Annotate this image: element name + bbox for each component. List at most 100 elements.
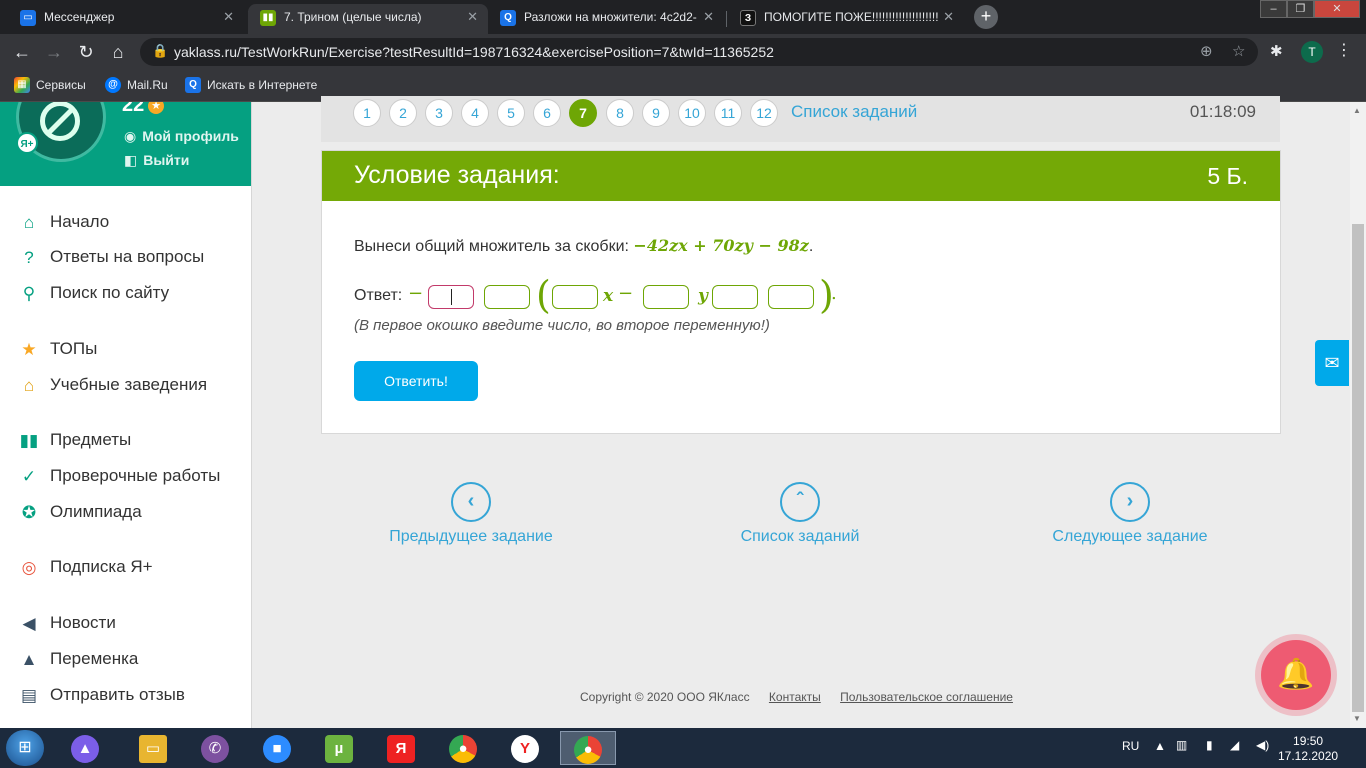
sidebar-item-tests[interactable]: ✓ Проверочные работы xyxy=(18,465,220,487)
exercise-number[interactable]: 1 xyxy=(353,99,381,127)
taskbar-app-cloud[interactable]: ▲ xyxy=(62,731,108,765)
sidebar-item-feedback[interactable]: ▤ Отправить отзыв xyxy=(18,684,185,706)
answer-input-variable[interactable] xyxy=(484,285,530,309)
volume-icon[interactable]: ◀) xyxy=(1256,738,1269,752)
task-list-bottom-link[interactable]: ˆ Список заданий xyxy=(700,482,900,546)
agreement-link[interactable]: Пользовательское соглашение xyxy=(840,690,1013,704)
url-text[interactable]: yaklass.ru/TestWorkRun/Exercise?testResu… xyxy=(174,38,774,66)
taskbar-app-utorrent[interactable]: µ xyxy=(316,731,362,765)
contacts-link[interactable]: Контакты xyxy=(769,690,821,704)
answer-input-coef-x[interactable] xyxy=(552,285,598,309)
search-icon: Q xyxy=(185,77,201,93)
answer-input-coef-y[interactable] xyxy=(643,285,689,309)
sidebar-item-olympiad[interactable]: ✪ Олимпиада xyxy=(18,501,142,523)
taskbar-app-chrome-active[interactable]: ● xyxy=(560,731,616,765)
exercise-number[interactable]: 2 xyxy=(389,99,417,127)
exercise-number[interactable]: 12 xyxy=(750,99,778,127)
my-profile-link[interactable]: ◉ Мой профиль xyxy=(124,128,239,145)
period: . xyxy=(831,283,837,304)
bookmark-star-icon[interactable]: ☆ xyxy=(1232,42,1245,60)
maximize-button[interactable]: ❐ xyxy=(1287,0,1314,18)
signal-icon[interactable]: ◢ xyxy=(1230,738,1239,752)
extensions-icon[interactable]: ✱ xyxy=(1270,42,1283,60)
profile-avatar[interactable]: T xyxy=(1301,41,1323,63)
sidebar-item-subscription[interactable]: ◎ Подписка Я+ xyxy=(18,556,153,578)
answer-input-last[interactable] xyxy=(768,285,814,309)
exercise-number[interactable]: 4 xyxy=(461,99,489,127)
exercise-number[interactable]: 9 xyxy=(642,99,670,127)
sidebar-item-answers[interactable]: ? Ответы на вопросы xyxy=(18,246,204,268)
tab-title: Разложи на множители: 4с2d2- xyxy=(524,10,697,24)
bookmark-search[interactable]: Q Искать в Интернете xyxy=(185,76,317,94)
star-icon: ★ xyxy=(21,340,37,359)
exercise-number[interactable]: 5 xyxy=(497,99,525,127)
task-list-link[interactable]: Список заданий xyxy=(791,99,917,125)
language-indicator[interactable]: RU xyxy=(1122,739,1139,753)
scrollbar-thumb[interactable] xyxy=(1352,224,1364,712)
prev-task-link[interactable]: ‹ Предыдущее задание xyxy=(371,482,571,546)
taskbar-app-chrome[interactable]: ● xyxy=(440,731,486,765)
address-bar[interactable]: 🔒 yaklass.ru/TestWorkRun/Exercise?testRe… xyxy=(140,38,1258,66)
sidebar-item-institutions[interactable]: ⌂ Учебные заведения xyxy=(18,374,207,396)
sidebar-item-subjects[interactable]: ▮▮ Предметы xyxy=(18,429,132,451)
taskbar-app-yandex[interactable]: Я xyxy=(378,731,424,765)
home-button[interactable]: ⌂ xyxy=(106,40,130,64)
task-points: 5 Б. xyxy=(1207,163,1248,189)
sidebar-item-tops[interactable]: ★ ТОПы xyxy=(18,338,97,360)
tab-factorize[interactable]: Q Разложи на множители: 4с2d2- ✕ xyxy=(488,4,724,34)
submit-button[interactable]: Ответить! xyxy=(354,361,478,401)
taskbar-app-explorer[interactable]: ▭ xyxy=(130,731,176,765)
battery-icon[interactable]: ▮ xyxy=(1206,738,1213,752)
next-task-link[interactable]: › Следующее задание xyxy=(1030,482,1230,546)
chrome-icon: ● xyxy=(449,735,477,763)
notification-bell-icon[interactable]: 🔔 xyxy=(1261,640,1331,710)
logout-link[interactable]: ◧ Выйти xyxy=(124,152,189,169)
timer: 01:18:09 xyxy=(1189,102,1256,121)
answer-input-term[interactable] xyxy=(712,285,758,309)
scrollbar[interactable]: ▲ ▼ xyxy=(1350,102,1366,728)
bookmark-mailru[interactable]: @ Mail.Ru xyxy=(105,76,168,94)
exercise-number-current[interactable]: 7 xyxy=(569,99,597,127)
tab-messenger[interactable]: ▭ Мессенджер ✕ xyxy=(8,4,244,34)
bookmark-services[interactable]: ▦ Сервисы xyxy=(14,76,86,94)
mail-icon[interactable]: ✉ xyxy=(1315,340,1349,386)
menu-icon[interactable]: ⋮ xyxy=(1336,40,1352,60)
reload-button[interactable]: ↻ xyxy=(74,40,98,64)
scroll-down-arrow[interactable]: ▼ xyxy=(1353,714,1361,723)
exercise-number[interactable]: 8 xyxy=(606,99,634,127)
question-text: Вынеси общий множитель за скобки: −42zx … xyxy=(354,236,814,255)
minus-sign: − xyxy=(408,283,424,304)
close-window-button[interactable]: ✕ xyxy=(1314,0,1360,18)
close-tab-icon[interactable]: ✕ xyxy=(699,4,714,30)
tab-trinom[interactable]: ▮▮ 7. Трином (целые числа) ✕ xyxy=(248,4,488,34)
back-button[interactable]: ← xyxy=(10,40,34,64)
add-icon[interactable]: ⊕ xyxy=(1200,42,1213,60)
sidebar-item-news[interactable]: ◀ Новости xyxy=(18,612,115,634)
answer-input-number[interactable] xyxy=(428,285,474,309)
close-tab-icon[interactable]: ✕ xyxy=(467,4,478,30)
footer: Copyright © 2020 ООО ЯКласс Контакты Пол… xyxy=(580,690,1013,704)
sidebar-item-search[interactable]: ⚲ Поиск по сайту xyxy=(18,282,169,304)
exercise-number[interactable]: 10 xyxy=(678,99,706,127)
minimize-button[interactable]: – xyxy=(1260,0,1287,18)
time: 19:50 xyxy=(1293,734,1324,748)
exercise-number[interactable]: 3 xyxy=(425,99,453,127)
new-tab-button[interactable]: + xyxy=(974,5,998,29)
taskbar-app-zoom[interactable]: ■ xyxy=(254,731,300,765)
taskbar-app-viber[interactable]: ✆ xyxy=(192,731,238,765)
tray-expand-icon[interactable]: ▲ xyxy=(1154,739,1166,753)
clock[interactable]: 19:50 17.12.2020 xyxy=(1278,734,1338,764)
exercise-number[interactable]: 6 xyxy=(533,99,561,127)
tab-help[interactable]: З ПОМОГИТЕ ПОЖЕ!!!!!!!!!!!!!!!!!!!! ✕ xyxy=(728,4,964,34)
close-tab-icon[interactable]: ✕ xyxy=(939,4,954,30)
sidebar-item-home[interactable]: ⌂ Начало xyxy=(18,211,109,233)
forward-button[interactable]: → xyxy=(42,40,66,64)
taskbar-app-yandex-browser[interactable]: Y xyxy=(502,731,548,765)
scroll-up-arrow[interactable]: ▲ xyxy=(1353,106,1361,115)
sidebar: Я+ 22 ★ ◉ Мой профиль ◧ Выйти ⌂ Начало ? Отв… xyxy=(0,102,252,728)
close-tab-icon[interactable]: ✕ xyxy=(223,4,234,30)
exercise-number[interactable]: 11 xyxy=(714,99,742,127)
network-icon[interactable]: ▥ xyxy=(1176,738,1187,752)
sidebar-item-break[interactable]: ▲ Переменка xyxy=(18,648,139,670)
start-button[interactable]: ⊞ xyxy=(6,730,44,766)
